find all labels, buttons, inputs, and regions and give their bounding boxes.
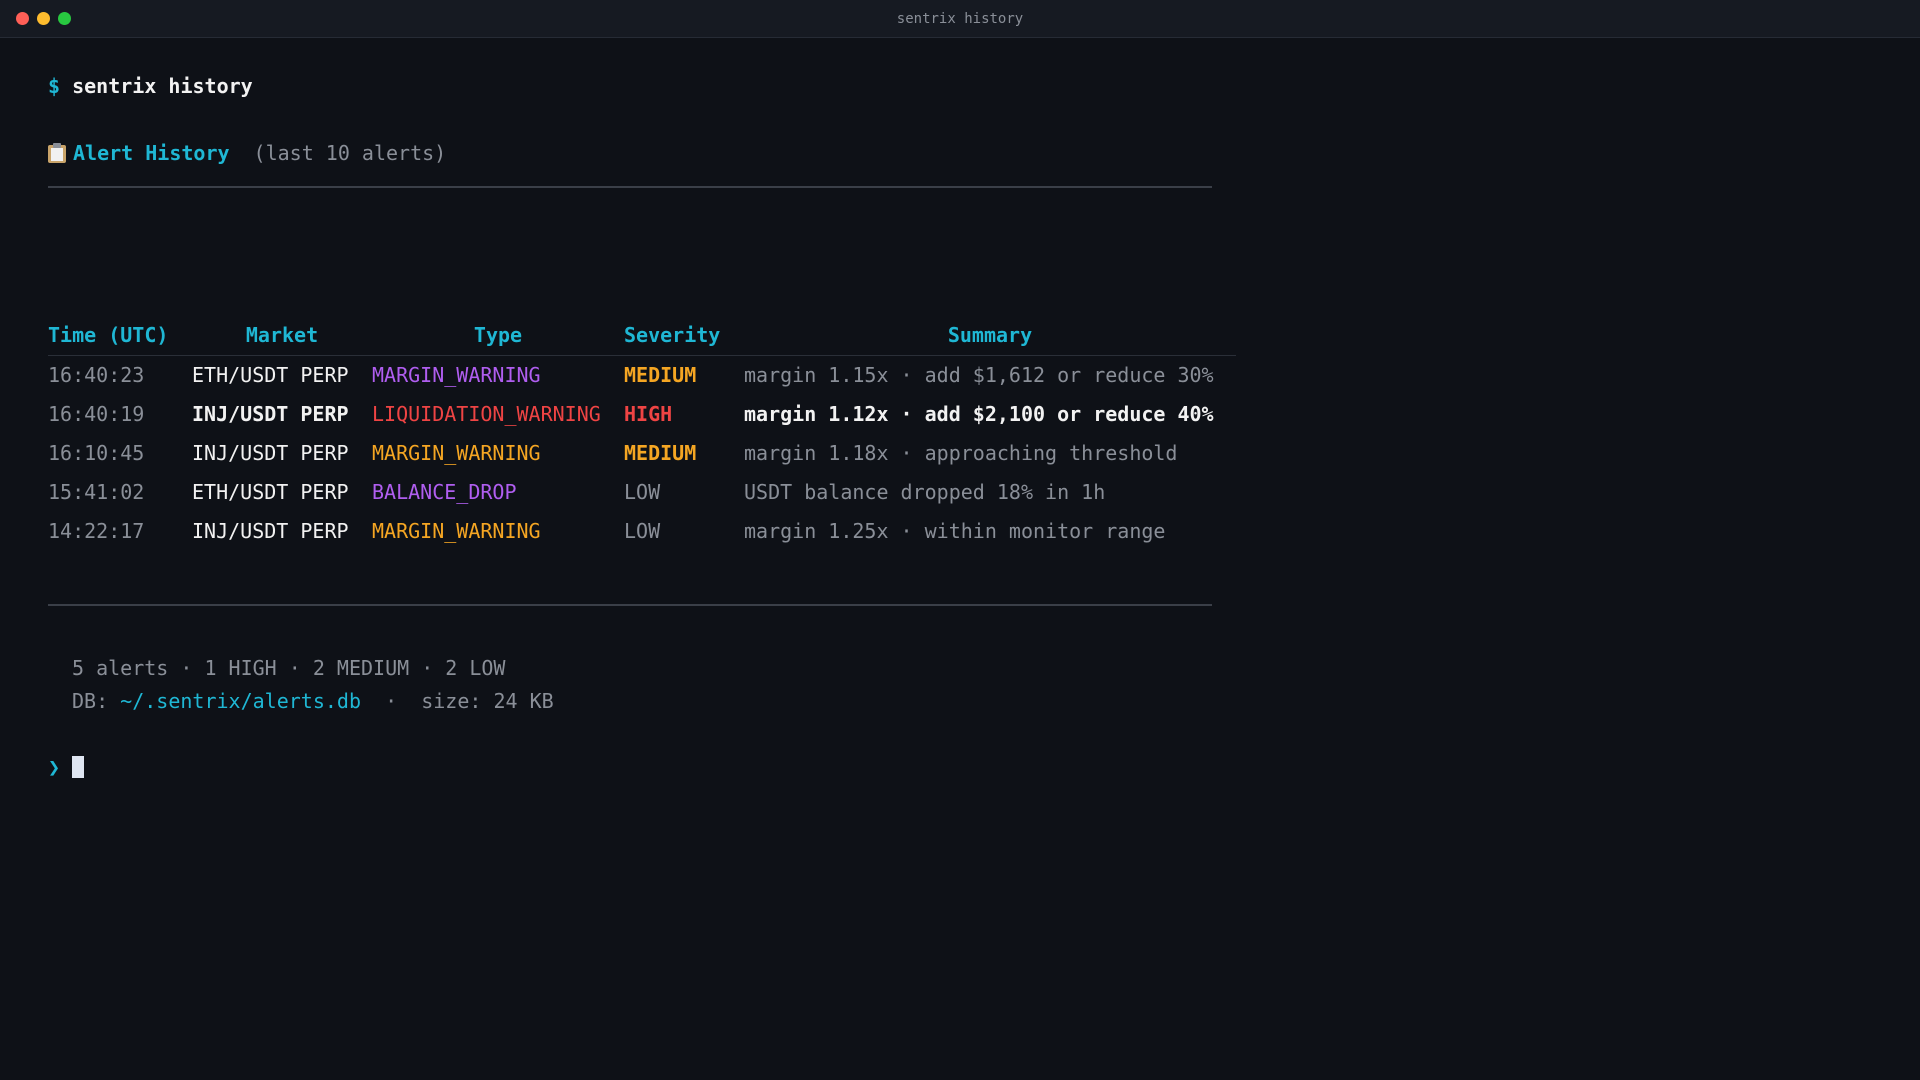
cell-type: MARGIN_WARNING [372, 363, 541, 387]
cell-type: LIQUIDATION_WARNING [372, 402, 601, 426]
header-type: Type [372, 315, 624, 356]
header-severity: Severity [624, 315, 744, 356]
cell-time: 16:40:19 [48, 402, 145, 426]
table-row: 15:41:02 ETH/USDT PERP BALANCE_DROP LOW USDT… [48, 473, 1236, 512]
command-text: sentrix history [72, 74, 253, 98]
divider-bottom [48, 604, 1212, 606]
heading-subtitle: (last 10 alerts) [253, 141, 447, 165]
heading-title: Alert History [73, 141, 230, 165]
terminal-window: sentrix history $ sentrix history Alert … [0, 0, 1920, 1080]
cell-type: MARGIN_WARNING [372, 441, 541, 465]
db-label: DB: [72, 689, 121, 713]
cell-time: 14:22:17 [48, 519, 145, 543]
title-bar: sentrix history [0, 0, 1920, 38]
table-header-row: Time (UTC) Market Type Severity Summary [48, 315, 1236, 356]
text-cursor [72, 756, 85, 778]
table-row: 16:40:19 INJ/USDT PERP LIQUIDATION_WARNING… [48, 395, 1236, 434]
header-summary: Summary [744, 315, 1236, 356]
cell-time: 15:41:02 [48, 480, 145, 504]
cell-time: 16:40:23 [48, 363, 145, 387]
cell-severity: HIGH [624, 402, 673, 426]
window-title: sentrix history [896, 11, 1024, 27]
cell-severity: MEDIUM [624, 363, 697, 387]
header-time: Time (UTC) [48, 315, 192, 356]
cell-summary: margin 1.15x · add $1,612 or reduce 30% [744, 363, 1214, 387]
cell-market: INJ/USDT PERP [192, 519, 349, 543]
cell-summary: margin 1.18x · approaching threshold [744, 441, 1178, 465]
chevron-icon: ❯ [48, 755, 61, 779]
divider-top [48, 186, 1212, 188]
db-info: DB: ~/.sentrix/alerts.db · size: 24 KB [72, 689, 554, 713]
cell-market: INJ/USDT PERP [192, 441, 349, 465]
section-heading: Alert History (last 10 alerts) [48, 140, 446, 165]
cell-type: MARGIN_WARNING [372, 519, 541, 543]
alert-stats: 5 alerts · 1 HIGH · 2 MEDIUM · 2 LOW [72, 656, 506, 680]
clipboard-icon [48, 143, 66, 163]
db-path: ~/.sentrix/alerts.db [120, 689, 361, 713]
table-row: 16:10:45 INJ/USDT PERP MARGIN_WARNING MEDIU… [48, 434, 1236, 473]
header-market: Market [192, 315, 372, 356]
table-row: 16:40:23 ETH/USDT PERP MARGIN_WARNING MEDIU… [48, 356, 1236, 396]
cell-severity: LOW [624, 519, 661, 543]
table-row: 14:22:17 INJ/USDT PERP MARGIN_WARNING LOW ma… [48, 512, 1236, 551]
cell-severity: LOW [624, 480, 661, 504]
cell-market: ETH/USDT PERP [192, 363, 349, 387]
prompt-symbol: $ [48, 74, 61, 98]
cell-type: BALANCE_DROP [372, 480, 517, 504]
cell-summary: margin 1.25x · within monitor range [744, 519, 1166, 543]
db-size: · size: 24 KB [361, 689, 554, 713]
cell-severity: MEDIUM [624, 441, 697, 465]
input-prompt[interactable]: ❯ [48, 755, 85, 779]
cell-market: INJ/USDT PERP [192, 402, 349, 426]
cell-time: 16:10:45 [48, 441, 145, 465]
alert-table: Time (UTC) Market Type Severity Summary … [48, 315, 1236, 551]
command-line: $ sentrix history [48, 74, 253, 98]
cell-summary: USDT balance dropped 18% in 1h [744, 480, 1106, 504]
alert-rows: 16:40:23 ETH/USDT PERP MARGIN_WARNING MEDIU… [48, 356, 1236, 552]
cell-summary: margin 1.12x · add $2,100 or reduce 40% [744, 402, 1214, 426]
cell-market: ETH/USDT PERP [192, 480, 349, 504]
